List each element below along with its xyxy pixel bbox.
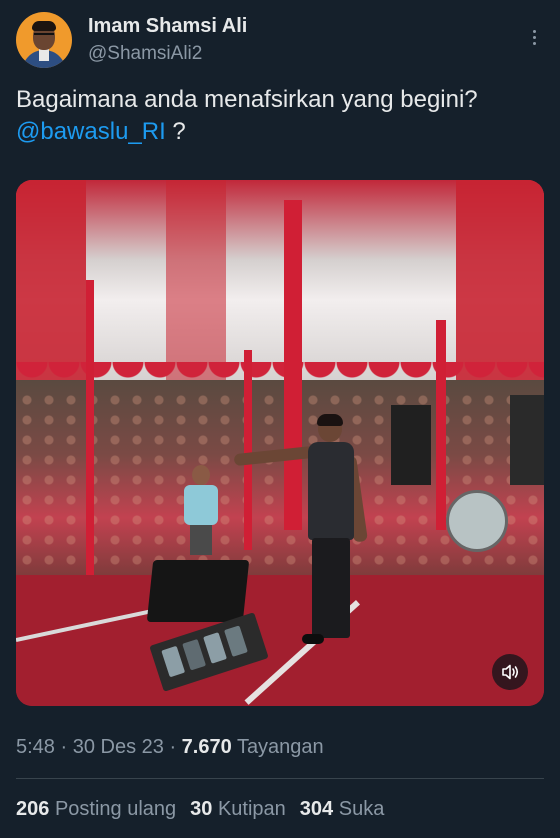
like-label: Suka — [338, 798, 385, 820]
repost-count: 206 — [16, 798, 50, 820]
stage-floor — [16, 575, 544, 706]
child-figure — [184, 465, 218, 555]
tweet-date[interactable]: 30 Des 23 — [73, 736, 164, 758]
tent-stripe — [16, 180, 86, 380]
tweet-header: Imam Shamsi Ali @ShamsiAli2 — [16, 12, 544, 72]
tent-stripe — [166, 180, 226, 380]
avatar-hair — [32, 21, 56, 31]
sound-system — [391, 405, 431, 485]
divider — [16, 778, 544, 779]
avatar-collar — [39, 49, 49, 61]
tent-pole — [436, 320, 446, 530]
tweet-text: Bagaimana anda menafsirkan yang begini? … — [16, 84, 544, 148]
stage-monitor — [146, 560, 250, 622]
video-player[interactable] — [16, 180, 544, 706]
tent-pole — [86, 280, 94, 580]
quote-label: Kutipan — [217, 798, 286, 820]
meta-separator: · — [54, 736, 73, 758]
standing-fan — [446, 490, 508, 552]
speaker-volume-icon — [502, 664, 519, 680]
like-stat[interactable]: 304 Suka — [300, 798, 385, 820]
repost-stat[interactable]: 206 Posting ulang — [16, 798, 176, 820]
author-name[interactable]: Imam Shamsi Ali — [88, 15, 247, 38]
like-count: 304 — [299, 798, 334, 820]
sound-system — [510, 395, 544, 485]
quote-count: 30 — [190, 798, 213, 820]
tweet-text-before: Bagaimana anda menafsirkan yang begini? — [16, 86, 478, 113]
tweet-text-after: ? — [165, 118, 186, 145]
engagement-stats: 206 Posting ulang 30 Kutipan 304 Suka — [16, 798, 398, 821]
tweet-meta: 5:48 · 30 Des 23 · 7.670 Tayangan — [16, 736, 324, 759]
mention-link[interactable]: @bawaslu_RI — [16, 118, 166, 145]
volume-button[interactable] — [492, 654, 528, 690]
repost-label: Posting ulang — [54, 798, 177, 820]
tent-pole — [244, 350, 252, 550]
more-options-icon[interactable] — [524, 24, 544, 50]
avatar-glasses — [34, 33, 54, 40]
meta-separator: · — [163, 736, 182, 758]
tweet-time[interactable]: 5:48 — [16, 736, 55, 758]
avatar[interactable] — [16, 12, 72, 68]
tent-stripe — [456, 180, 544, 380]
quote-stat[interactable]: 30 Kutipan — [190, 798, 286, 820]
tent-pole — [284, 200, 302, 530]
view-count: 7.670 — [181, 736, 232, 758]
author-handle[interactable]: @ShamsiAli2 — [88, 43, 202, 65]
view-count-label: Tayangan — [236, 736, 324, 758]
